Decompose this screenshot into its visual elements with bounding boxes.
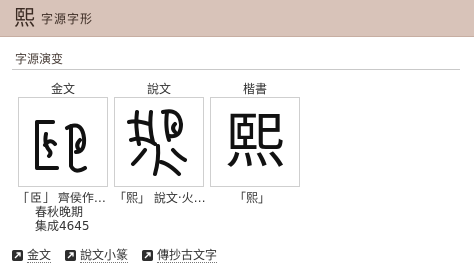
link-jinwen[interactable]: 金文	[12, 248, 52, 263]
external-link-icon	[12, 249, 23, 261]
column-label-shuowen: 說文	[146, 82, 171, 96]
glyph-card-kaishu[interactable]: 熙	[210, 97, 300, 187]
caption-kaishu-line1: 「熙」	[234, 191, 271, 205]
page-header: 熙 字源字形	[0, 0, 474, 37]
link-chuanchao-guwenzi[interactable]: 傳抄古文字	[142, 248, 218, 263]
column-label-kaishu: 楷書	[242, 82, 267, 96]
column-label-jinwen: 金文	[50, 82, 75, 96]
shuowen-glyph-image	[127, 109, 187, 176]
section-divider	[12, 69, 460, 70]
section-title: 字源演变	[15, 52, 64, 66]
header-title: 字源字形	[41, 11, 94, 26]
caption-jinwen-line3: 集成4645	[35, 219, 90, 233]
caption-jinwen-line2: 春秋晚期	[35, 205, 84, 219]
link-label-chuanchao-guwenzi[interactable]: 傳抄古文字	[157, 248, 218, 263]
external-link-icon	[142, 249, 154, 261]
caption-jinwen-line1: 「𦣞」 齊侯作…	[18, 191, 106, 205]
link-label-shuowen-xiaozhuan[interactable]: 說文小篆	[80, 248, 129, 263]
external-link-icon	[65, 249, 77, 261]
jinwen-glyph-image	[35, 120, 87, 173]
link-label-jinwen[interactable]: 金文	[27, 248, 52, 263]
header-glyph: 熙	[14, 5, 35, 30]
caption-shuowen-line1: 「熙」 說文‧火…	[114, 191, 206, 205]
kaishu-glyph: 熙	[225, 107, 285, 177]
glyph-card-jinwen[interactable]	[18, 97, 108, 187]
glyph-card-shuowen[interactable]	[114, 97, 204, 187]
source-links: 金文 說文小篆 傳抄古文字	[12, 247, 231, 263]
link-shuowen-xiaozhuan[interactable]: 說文小篆	[65, 248, 129, 263]
